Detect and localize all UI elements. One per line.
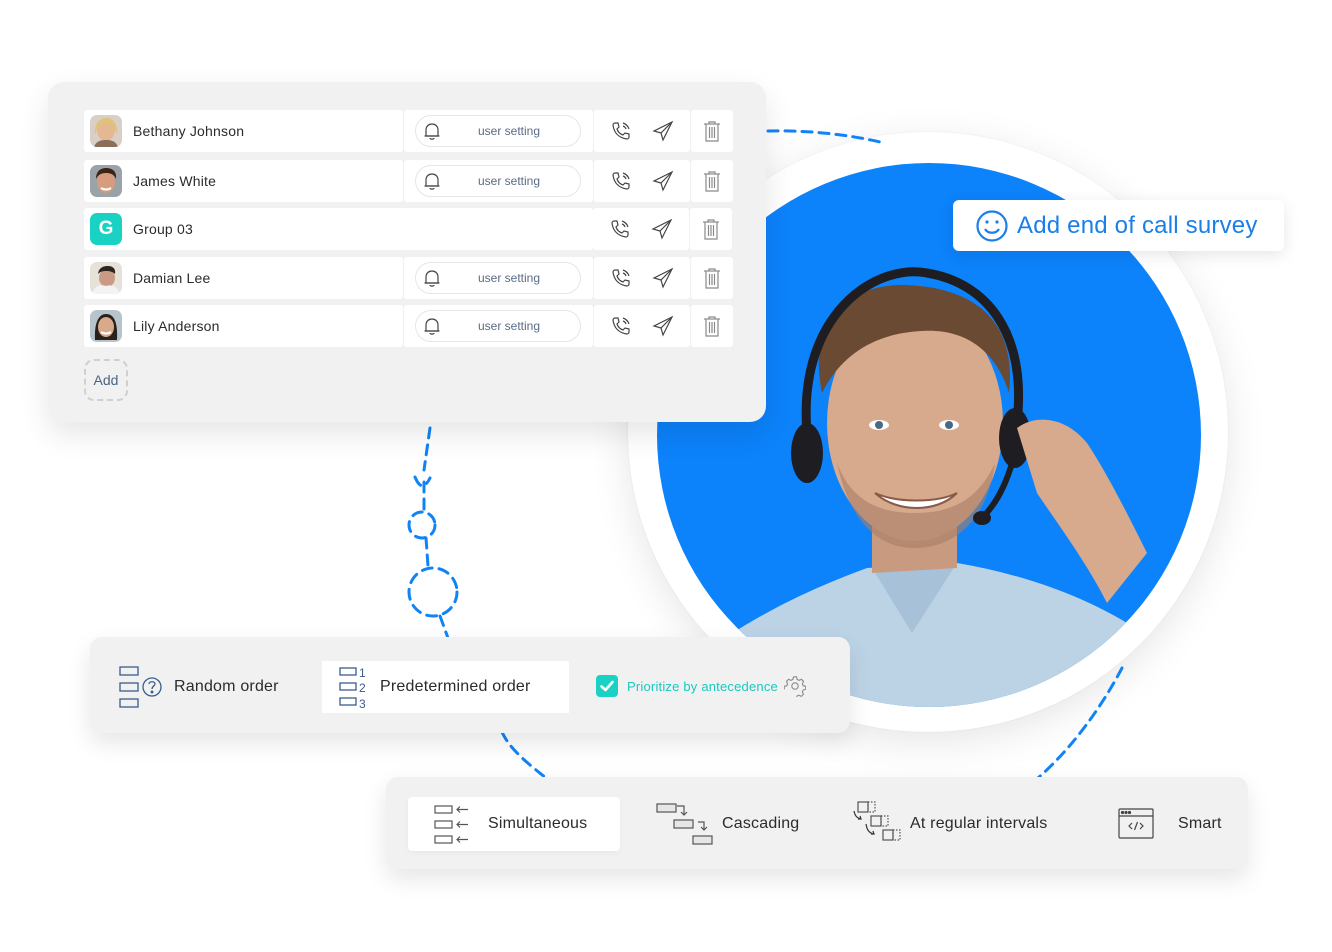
prioritize-checkbox[interactable]: Prioritize by antecedence xyxy=(596,675,806,697)
user-name-cell[interactable]: Lily Anderson xyxy=(84,305,403,347)
group-name: Group 03 xyxy=(133,221,193,237)
row-delete xyxy=(691,160,733,202)
send-icon[interactable] xyxy=(652,120,674,142)
bell-icon xyxy=(424,173,440,190)
trash-icon[interactable] xyxy=(701,218,721,240)
group-row: G Group 03 xyxy=(84,208,734,250)
svg-text:2: 2 xyxy=(359,681,366,695)
predetermined-order-label: Predetermined order xyxy=(380,678,531,695)
gear-icon[interactable] xyxy=(783,675,806,697)
row-actions xyxy=(594,160,690,202)
numbered-order-icon: 12 3 xyxy=(339,666,366,710)
user-setting-label: user setting xyxy=(478,319,541,333)
user-name-cell[interactable]: James White xyxy=(84,160,403,202)
avatar xyxy=(90,310,122,342)
trash-icon[interactable] xyxy=(702,267,722,289)
add-button[interactable]: Add xyxy=(84,359,128,401)
random-order-label: Random order xyxy=(174,678,279,695)
phone-call-icon[interactable] xyxy=(609,218,631,240)
user-setting-label: user setting xyxy=(478,271,541,285)
prioritize-label: Prioritize by antecedence xyxy=(627,678,778,694)
svg-text:3: 3 xyxy=(359,697,366,710)
user-setting-cell: user setting xyxy=(404,257,593,299)
simultaneous-option[interactable]: Simultaneous xyxy=(408,797,620,851)
user-setting-button[interactable]: user setting xyxy=(415,262,581,294)
user-row: Bethany Johnson user setting xyxy=(84,110,734,152)
row-actions xyxy=(594,110,690,152)
group-name-cell[interactable]: G Group 03 xyxy=(84,208,593,250)
trash-icon[interactable] xyxy=(702,170,722,192)
bell-icon xyxy=(424,270,440,287)
user-setting-button[interactable]: user setting xyxy=(415,165,581,197)
cascading-label: Cascading xyxy=(722,815,800,832)
user-setting-cell: user setting xyxy=(404,160,593,202)
survey-label: Add end of call survey xyxy=(1017,211,1258,239)
user-name: Lily Anderson xyxy=(133,318,220,334)
user-name-cell[interactable]: Damian Lee xyxy=(84,257,403,299)
trash-icon[interactable] xyxy=(702,315,722,337)
send-icon[interactable] xyxy=(652,267,674,289)
row-delete xyxy=(691,110,733,152)
bell-icon xyxy=(424,123,440,140)
user-setting-cell: user setting xyxy=(404,305,593,347)
order-panel: Random order 12 3 Predetermined order Pri… xyxy=(90,637,850,733)
avatar xyxy=(90,165,122,197)
simultaneous-icon xyxy=(434,805,468,844)
trash-icon[interactable] xyxy=(702,120,722,142)
predetermined-order-option[interactable]: 12 3 Predetermined order xyxy=(322,661,569,713)
smiley-icon xyxy=(976,209,1008,242)
intervals-icon xyxy=(853,801,901,841)
user-name: James White xyxy=(133,173,217,189)
user-row: Damian Lee user setting xyxy=(84,257,734,299)
intervals-label: At regular intervals xyxy=(910,815,1048,832)
avatar xyxy=(90,115,122,147)
smart-label: Smart xyxy=(1178,815,1222,832)
row-delete xyxy=(690,208,732,250)
send-icon[interactable] xyxy=(651,218,673,240)
random-order-icon xyxy=(119,666,162,708)
add-survey-button[interactable]: Add end of call survey xyxy=(953,200,1284,251)
avatar xyxy=(90,262,122,294)
svg-text:1: 1 xyxy=(359,666,366,680)
cascading-icon xyxy=(656,803,713,845)
code-window-icon xyxy=(1118,808,1154,839)
phone-call-icon[interactable] xyxy=(610,267,632,289)
smart-option[interactable]: Smart xyxy=(1118,797,1222,851)
send-icon[interactable] xyxy=(652,170,674,192)
user-name: Bethany Johnson xyxy=(133,123,245,139)
checkbox-checked[interactable] xyxy=(596,675,618,697)
phone-call-icon[interactable] xyxy=(610,315,632,337)
random-order-option[interactable]: Random order xyxy=(118,661,279,713)
user-setting-label: user setting xyxy=(478,174,541,188)
user-row: Lily Anderson user setting xyxy=(84,305,734,347)
cascading-option[interactable]: Cascading xyxy=(656,797,799,851)
user-setting-button[interactable]: user setting xyxy=(415,310,581,342)
row-delete xyxy=(691,305,733,347)
ring-strategy-panel: Simultaneous Cascading At regular interv… xyxy=(386,777,1248,869)
bell-icon xyxy=(424,318,440,335)
user-setting-cell: user setting xyxy=(404,110,593,152)
phone-call-icon[interactable] xyxy=(610,170,632,192)
user-setting-label: user setting xyxy=(478,124,541,138)
intervals-option[interactable]: At regular intervals xyxy=(852,797,1047,851)
phone-call-icon[interactable] xyxy=(610,120,632,142)
row-actions xyxy=(594,257,690,299)
check-icon xyxy=(600,680,614,692)
send-icon[interactable] xyxy=(652,315,674,337)
simultaneous-label: Simultaneous xyxy=(488,815,588,832)
row-delete xyxy=(691,257,733,299)
row-actions xyxy=(593,208,689,250)
user-name-cell[interactable]: Bethany Johnson xyxy=(84,110,403,152)
group-avatar: G xyxy=(90,213,122,245)
user-setting-button[interactable]: user setting xyxy=(415,115,581,147)
users-panel: Bethany Johnson user setting James White xyxy=(48,82,766,422)
user-row: James White user setting xyxy=(84,160,734,202)
user-name: Damian Lee xyxy=(133,270,211,286)
row-actions xyxy=(594,305,690,347)
